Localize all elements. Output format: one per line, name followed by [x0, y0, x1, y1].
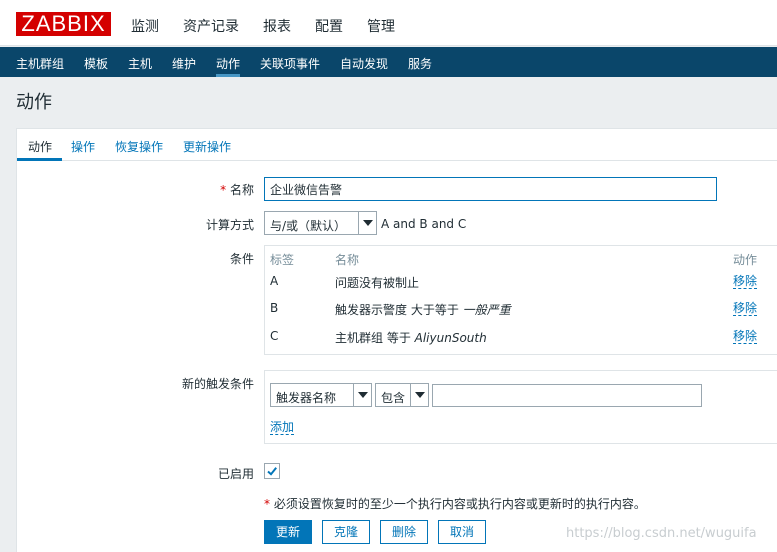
checkmark-icon: [267, 467, 277, 476]
condition-name-a: 问题没有被制止: [335, 276, 420, 290]
tab-bar: 动作 操作 恢复操作 更新操作: [17, 129, 777, 161]
condition-tag-b: B: [270, 301, 279, 315]
tab-action[interactable]: 动作: [28, 138, 52, 155]
submenu-templates[interactable]: 模板: [84, 55, 108, 72]
menu-reports[interactable]: 报表: [263, 16, 291, 36]
new-condition-box: 触发器名称 包含 添加: [264, 370, 777, 444]
conditions-table: 标签 名称 动作 A 问题没有被制止 移除 B 触发器示警度 大于等于 一般严重…: [264, 245, 777, 355]
submenu-actions[interactable]: 动作: [216, 55, 240, 72]
sub-menu: 主机群组 模板 主机 维护 动作 关联项事件 自动发现 服务: [0, 47, 777, 77]
condition-tag-a: A: [270, 274, 279, 288]
chevron-down-icon: [353, 384, 371, 406]
delete-button[interactable]: 删除: [380, 520, 428, 544]
main-menu: 监测 资产记录 报表 配置 管理: [120, 16, 408, 36]
new-condition-label: 新的触发条件: [181, 377, 254, 391]
top-bar: ZABBIX 监测 资产记录 报表 配置 管理: [0, 0, 777, 46]
calc-select[interactable]: 与/或（默认）: [264, 211, 377, 235]
conditions-header-name: 名称: [335, 253, 360, 267]
calc-label: 计算方式: [205, 218, 254, 232]
tab-recovery-operations[interactable]: 恢复操作: [115, 138, 163, 155]
requirement-note: * 必须设置恢复时的至少一个执行内容或执行内容或更新时的执行内容。: [264, 497, 646, 511]
condition-type-select[interactable]: 触发器名称: [270, 383, 372, 407]
watermark: https://blog.csdn.net/wuguifa: [566, 526, 757, 541]
chevron-down-icon: [410, 384, 428, 406]
condition-remove-a[interactable]: 移除: [733, 274, 758, 289]
tab-operations[interactable]: 操作: [71, 138, 95, 155]
menu-configuration[interactable]: 配置: [315, 16, 343, 36]
condition-remove-c[interactable]: 移除: [733, 329, 758, 344]
add-condition-link[interactable]: 添加: [270, 420, 295, 435]
menu-administration[interactable]: 管理: [367, 16, 395, 36]
name-input[interactable]: [264, 177, 717, 201]
required-mark: *: [220, 183, 227, 197]
menu-inventory[interactable]: 资产记录: [183, 16, 239, 36]
tab-update-operations[interactable]: 更新操作: [183, 138, 231, 155]
submenu-discovery[interactable]: 自动发现: [340, 55, 388, 72]
condition-operator-select[interactable]: 包含: [375, 383, 429, 407]
chevron-down-icon: [358, 212, 376, 234]
submenu-hosts[interactable]: 主机: [128, 55, 152, 72]
conditions-label: 条件: [229, 252, 254, 266]
submenu-maintenance[interactable]: 维护: [172, 55, 196, 72]
page-title: 动作: [16, 92, 52, 113]
condition-tag-c: C: [270, 329, 279, 343]
submenu-selected-indicator: [216, 74, 240, 77]
enabled-label: 已启用: [217, 467, 254, 481]
calc-formula: A and B and C: [381, 217, 467, 231]
condition-remove-b[interactable]: 移除: [733, 301, 758, 316]
condition-value-input[interactable]: [432, 384, 702, 407]
conditions-header-action: 动作: [733, 253, 758, 267]
menu-monitoring[interactable]: 监测: [131, 16, 159, 36]
enabled-checkbox[interactable]: [264, 463, 280, 479]
submenu-host-groups[interactable]: 主机群组: [16, 55, 64, 72]
submenu-services[interactable]: 服务: [408, 55, 432, 72]
condition-operator-value: 包含: [381, 391, 406, 405]
calc-select-value: 与/或（默认）: [270, 219, 347, 233]
conditions-header-tag: 标签: [270, 253, 295, 267]
update-button[interactable]: 更新: [264, 520, 312, 544]
condition-name-b: 触发器示警度 大于等于 一般严重: [335, 303, 511, 317]
condition-type-value: 触发器名称: [276, 391, 337, 405]
submenu-correlation[interactable]: 关联项事件: [260, 55, 320, 72]
cancel-button[interactable]: 取消: [438, 520, 486, 544]
clone-button[interactable]: 克隆: [322, 520, 370, 544]
action-form-panel: 动作 操作 恢复操作 更新操作 * 名称 计算方式 与/或（默认） A and …: [16, 128, 777, 552]
name-label: * 名称: [220, 183, 254, 197]
condition-name-c: 主机群组 等于 AliyunSouth: [335, 331, 487, 345]
tab-active-indicator: [17, 158, 62, 161]
zabbix-logo[interactable]: ZABBIX: [16, 12, 111, 36]
